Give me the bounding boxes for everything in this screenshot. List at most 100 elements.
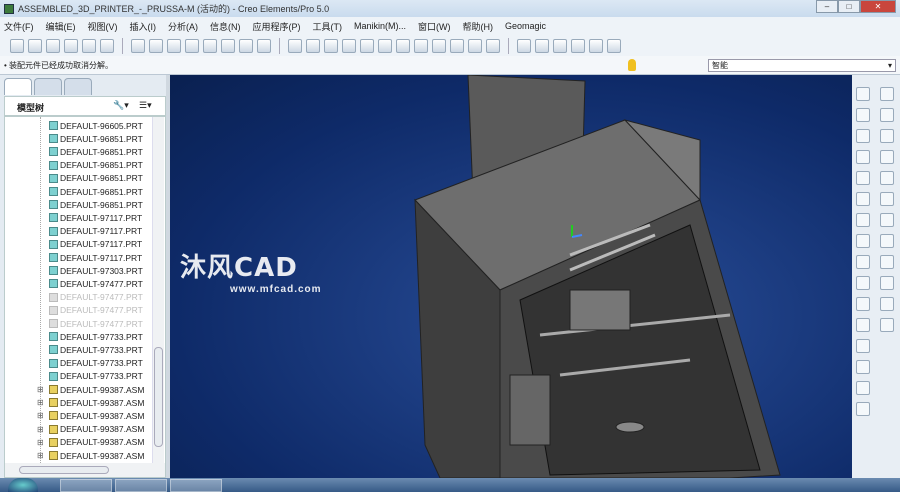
toolbar-button[interactable] <box>306 38 320 53</box>
feature-tool-button[interactable] <box>856 87 870 101</box>
feature-tool-button[interactable] <box>880 234 894 248</box>
toolbar-button[interactable] <box>288 38 302 53</box>
feature-tool-button[interactable] <box>880 108 894 122</box>
feature-tool-button[interactable] <box>856 192 870 206</box>
tree-item-label: DEFAULT-99387.ASM <box>60 397 145 408</box>
feature-tool-button[interactable] <box>856 339 870 353</box>
toolbar-button[interactable] <box>414 38 428 53</box>
toolbar-button[interactable] <box>571 38 585 53</box>
close-button[interactable]: ✕ <box>860 0 896 13</box>
feature-tool-button[interactable] <box>856 150 870 164</box>
menu-item[interactable]: 帮助(H) <box>463 20 494 33</box>
menu-item[interactable]: Geomagic <box>505 21 546 31</box>
expand-icon[interactable]: ⊞ <box>37 425 44 434</box>
expand-icon[interactable]: ⊞ <box>37 451 44 460</box>
menu-item[interactable]: 视图(V) <box>88 20 118 33</box>
feature-tool-button[interactable] <box>856 276 870 290</box>
settings-icon[interactable]: 🔧▾ <box>113 100 133 112</box>
watermark-brand: 沐风CAD <box>180 253 298 283</box>
toolbar-button[interactable] <box>100 38 114 53</box>
toolbar-button[interactable] <box>553 38 567 53</box>
feature-tool-button[interactable] <box>856 213 870 227</box>
feature-tool-button[interactable] <box>880 150 894 164</box>
vertical-scrollbar[interactable] <box>152 117 164 464</box>
feature-tool-button[interactable] <box>880 318 894 332</box>
expand-icon[interactable]: ⊞ <box>37 411 44 420</box>
feature-tool-button[interactable] <box>856 234 870 248</box>
part-icon <box>49 371 58 381</box>
expand-icon[interactable]: ⊞ <box>37 398 44 407</box>
toolbar-button[interactable] <box>396 38 410 53</box>
feature-tool-button[interactable] <box>880 171 894 185</box>
toolbar-button[interactable] <box>257 38 271 53</box>
show-menu-icon[interactable]: ☰▾ <box>139 100 159 112</box>
toolbar-button[interactable] <box>10 38 24 53</box>
menu-item[interactable]: 应用程序(P) <box>253 20 301 33</box>
toolbar-button[interactable] <box>378 38 392 53</box>
minimize-button[interactable]: – <box>816 0 838 13</box>
feature-tool-button[interactable] <box>880 297 894 311</box>
feature-tool-button[interactable] <box>856 108 870 122</box>
menu-item[interactable]: 插入(I) <box>130 20 157 33</box>
lightbulb-icon[interactable] <box>628 59 636 71</box>
graphics-viewport[interactable]: 沐风CAD www.mfcad.com <box>170 74 852 479</box>
horizontal-scrollbar[interactable] <box>5 463 165 477</box>
feature-tool-button[interactable] <box>880 129 894 143</box>
taskbar-button[interactable] <box>170 479 222 492</box>
toolbar-button[interactable] <box>607 38 621 53</box>
assembly-icon <box>49 385 58 394</box>
toolbar-button[interactable] <box>589 38 603 53</box>
toolbar-button[interactable] <box>324 38 338 53</box>
feature-tool-button[interactable] <box>856 171 870 185</box>
feature-tool-button[interactable] <box>880 87 894 101</box>
toolbar-button[interactable] <box>486 38 500 53</box>
toolbar-button[interactable] <box>239 38 253 53</box>
maximize-button[interactable]: □ <box>838 0 860 13</box>
toolbar-button[interactable] <box>167 38 181 53</box>
start-button[interactable] <box>8 478 38 492</box>
menu-item[interactable]: 工具(T) <box>313 20 343 33</box>
taskbar-button[interactable] <box>115 479 167 492</box>
feature-tool-button[interactable] <box>856 255 870 269</box>
feature-tool-button[interactable] <box>856 402 870 416</box>
toolbar-button[interactable] <box>432 38 446 53</box>
feature-tool-button[interactable] <box>856 129 870 143</box>
toolbar-button[interactable] <box>203 38 217 53</box>
feature-tool-button[interactable] <box>880 276 894 290</box>
feature-tool-button[interactable] <box>856 297 870 311</box>
menu-item[interactable]: Manikin(M)... <box>354 21 406 31</box>
menu-item[interactable]: 窗口(W) <box>418 20 451 33</box>
toolbar-button[interactable] <box>46 38 60 53</box>
toolbar-button[interactable] <box>535 38 549 53</box>
navigator-panel: 模型树 🔧▾ ☰▾ DEFAULT-96605.PRT DEFAULT-96851… <box>0 75 170 478</box>
toolbar-button[interactable] <box>360 38 374 53</box>
toolbar-button[interactable] <box>131 38 145 53</box>
menu-item[interactable]: 文件(F) <box>4 20 34 33</box>
toolbar-button[interactable] <box>28 38 42 53</box>
toolbar-button[interactable] <box>185 38 199 53</box>
feature-tool-button[interactable] <box>880 255 894 269</box>
menu-item[interactable]: 编辑(E) <box>46 20 76 33</box>
toolbar-button[interactable] <box>342 38 356 53</box>
selection-filter-dropdown[interactable]: 智能 ▾ <box>708 59 896 72</box>
tab-folder-browser[interactable] <box>34 78 62 95</box>
toolbar-button[interactable] <box>468 38 482 53</box>
expand-icon[interactable]: ⊞ <box>37 385 44 394</box>
feature-tool-button[interactable] <box>856 318 870 332</box>
menu-item[interactable]: 分析(A) <box>168 20 198 33</box>
feature-tool-button[interactable] <box>880 213 894 227</box>
toolbar-button[interactable] <box>221 38 235 53</box>
feature-tool-button[interactable] <box>880 192 894 206</box>
feature-tool-button[interactable] <box>856 360 870 374</box>
menu-item[interactable]: 信息(N) <box>210 20 241 33</box>
toolbar-button[interactable] <box>64 38 78 53</box>
taskbar-button[interactable] <box>60 479 112 492</box>
tab-model-tree[interactable] <box>4 78 32 95</box>
toolbar-button[interactable] <box>450 38 464 53</box>
expand-icon[interactable]: ⊞ <box>37 438 44 447</box>
tab-favorites[interactable] <box>64 78 92 95</box>
toolbar-button[interactable] <box>149 38 163 53</box>
feature-tool-button[interactable] <box>856 381 870 395</box>
toolbar-button[interactable] <box>82 38 96 53</box>
toolbar-button[interactable] <box>517 38 531 53</box>
